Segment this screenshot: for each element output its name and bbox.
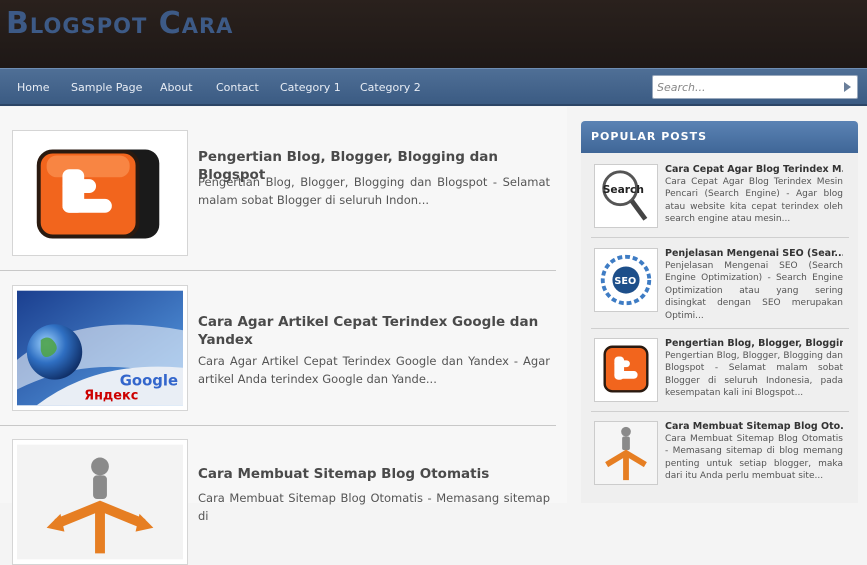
popular-post-snippet: Pengertian Blog, Blogger, Blogging dan B… (665, 351, 843, 399)
site-title[interactable]: Blogspot Cara (6, 6, 233, 41)
yandex-word: Яндекс (84, 388, 138, 403)
popular-post-title[interactable]: Cara Cepat Agar Blog Terindex M... (665, 164, 843, 176)
post-thumbnail[interactable] (12, 439, 188, 565)
post-title[interactable]: Cara Agar Artikel Cepat Terindex Google … (198, 313, 548, 349)
nav-home[interactable]: Home (17, 81, 49, 94)
search-input[interactable] (657, 79, 837, 95)
blogger-logo-icon (17, 135, 183, 251)
nav-about[interactable]: About (160, 81, 193, 94)
search-box (652, 75, 858, 99)
popular-post-item: SEO Penjelasan Mengenai SEO (Sear... Pen… (591, 248, 849, 322)
search-word: Search (603, 183, 644, 196)
nav-sample-page[interactable]: Sample Page (71, 81, 142, 94)
post-list: Pengertian Blog, Blogger, Blogging dan B… (0, 107, 567, 565)
post-item: Cara Membuat Sitemap Blog Otomatis Cara … (0, 427, 556, 565)
popular-post-thumbnail[interactable]: Search (594, 164, 658, 228)
seo-word: SEO (614, 276, 636, 287)
popular-post-title[interactable]: Cara Membuat Sitemap Blog Oto... (665, 421, 843, 433)
popular-post-item: Search Cara Cepat Agar Blog Terindex M..… (591, 164, 849, 238)
google-yandex-icon: Google Яндекс (17, 290, 183, 406)
post-divider (0, 425, 556, 426)
popular-divider (591, 328, 849, 329)
popular-posts-heading: POPULAR POSTS (581, 121, 858, 153)
post-title[interactable]: Cara Membuat Sitemap Blog Otomatis (198, 465, 548, 483)
post-thumbnail[interactable]: Google Яндекс (12, 285, 188, 411)
popular-post-thumbnail[interactable]: SEO (594, 248, 658, 312)
popular-post-snippet: Cara Cepat Agar Blog Terindex Mesin Penc… (665, 177, 843, 225)
post-excerpt: Cara Agar Artikel Cepat Terindex Google … (198, 354, 550, 386)
post-divider (0, 270, 556, 271)
popular-post-snippet: Cara Membuat Sitemap Blog Otomatis - Mem… (665, 434, 843, 482)
popular-post-title[interactable]: Pengertian Blog, Blogger, Bloggin... (665, 338, 843, 350)
site-header: Blogspot Cara (0, 0, 867, 68)
popular-post-thumbnail[interactable] (594, 421, 658, 485)
post-excerpt: Pengertian Blog, Blogger, Blogging dan B… (198, 175, 550, 207)
popular-post-thumbnail[interactable] (594, 338, 658, 402)
nav-contact[interactable]: Contact (216, 81, 259, 94)
sidebar: POPULAR POSTS Search Cara Cepat Agar Blo… (581, 121, 858, 503)
google-word: Google (120, 373, 178, 390)
blogger-logo-icon (595, 339, 657, 401)
seo-gear-icon: SEO (595, 249, 657, 311)
popular-divider (591, 237, 849, 238)
sitemap-person-icon (595, 422, 657, 484)
arrow-right-icon[interactable] (844, 82, 851, 92)
popular-divider (591, 411, 849, 412)
post-item: Pengertian Blog, Blogger, Blogging dan B… (0, 107, 556, 272)
post-item: Google Яндекс Cara Agar Artikel Cepat Te… (0, 273, 556, 423)
popular-post-item: Cara Membuat Sitemap Blog Oto... Cara Me… (591, 421, 849, 495)
sitemap-person-icon (17, 444, 183, 560)
post-thumbnail[interactable] (12, 130, 188, 256)
search-magnifier-icon: Search (595, 165, 657, 227)
nav-category-2[interactable]: Category 2 (360, 81, 421, 94)
popular-post-item: Pengertian Blog, Blogger, Bloggin... Pen… (591, 338, 849, 412)
popular-post-title[interactable]: Penjelasan Mengenai SEO (Sear... (665, 248, 843, 260)
popular-post-snippet: Penjelasan Mengenai SEO (Search Engine O… (665, 261, 843, 321)
nav-category-1[interactable]: Category 1 (280, 81, 341, 94)
post-excerpt: Cara Membuat Sitemap Blog Otomatis - Mem… (198, 491, 550, 523)
